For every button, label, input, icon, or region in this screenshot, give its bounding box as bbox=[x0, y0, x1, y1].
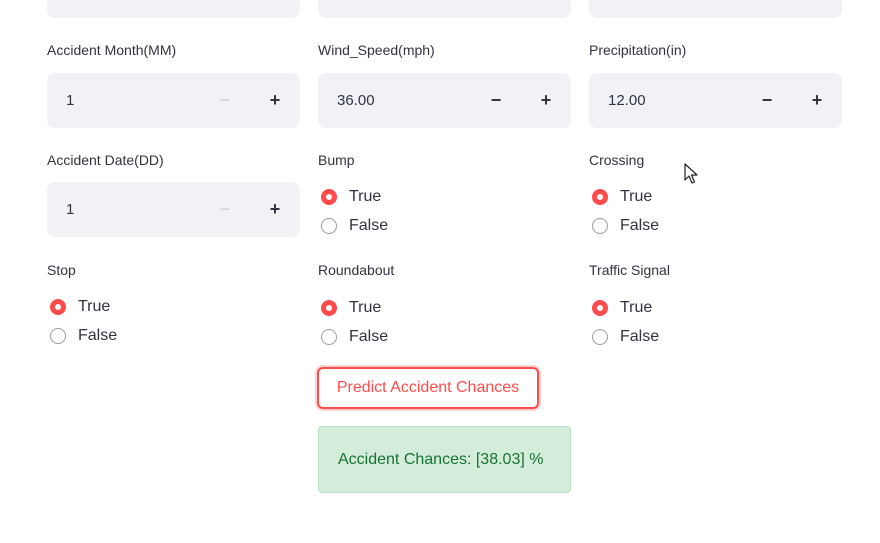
crossing-label: Crossing bbox=[589, 152, 645, 168]
option-label: True bbox=[620, 298, 653, 316]
radio-unselected-icon[interactable] bbox=[321, 328, 337, 345]
roundabout-radio-group: True False bbox=[320, 293, 388, 351]
date-number-input[interactable]: 1 − + bbox=[47, 182, 300, 237]
traffic-signal-radio-group: True False bbox=[591, 293, 659, 351]
precipitation-value[interactable]: 12.00 bbox=[608, 73, 646, 128]
option-label: False bbox=[349, 327, 389, 345]
option-label: True bbox=[349, 187, 382, 205]
option-label: False bbox=[78, 326, 118, 344]
predict-accident-chances-button[interactable]: Predict Accident Chances bbox=[317, 367, 539, 409]
radio-unselected-icon[interactable] bbox=[321, 217, 337, 234]
bump-label: Bump bbox=[318, 152, 355, 168]
input-partial-2[interactable] bbox=[318, 0, 571, 18]
radio-unselected-icon[interactable] bbox=[50, 327, 66, 344]
wind-speed-decrement-button[interactable]: − bbox=[479, 83, 513, 117]
option-label: True bbox=[78, 297, 111, 315]
roundabout-label: Roundabout bbox=[318, 262, 395, 278]
stop-option-true[interactable]: True bbox=[49, 292, 117, 321]
crossing-option-true[interactable]: True bbox=[591, 182, 659, 211]
radio-selected-icon[interactable] bbox=[592, 188, 608, 205]
month-decrement-button[interactable]: − bbox=[208, 83, 242, 117]
roundabout-option-false[interactable]: False bbox=[320, 322, 388, 351]
wind-speed-value[interactable]: 36.00 bbox=[337, 73, 375, 128]
crossing-radio-group: True False bbox=[591, 182, 659, 240]
mouse-cursor-icon bbox=[684, 163, 698, 184]
precipitation-number-input[interactable]: 12.00 − + bbox=[589, 73, 842, 128]
bump-option-false[interactable]: False bbox=[320, 211, 388, 240]
month-number-input[interactable]: 1 − + bbox=[47, 73, 300, 128]
option-label: False bbox=[620, 327, 660, 345]
month-increment-button[interactable]: + bbox=[258, 83, 292, 117]
precipitation-decrement-button[interactable]: − bbox=[750, 83, 784, 117]
date-value[interactable]: 1 bbox=[66, 182, 74, 237]
result-text: Accident Chances: [38.03] % bbox=[338, 451, 544, 468]
option-label: False bbox=[349, 216, 389, 234]
roundabout-option-true[interactable]: True bbox=[320, 293, 388, 322]
stop-radio-group: True False bbox=[49, 292, 117, 350]
date-decrement-button[interactable]: − bbox=[208, 192, 242, 226]
precipitation-increment-button[interactable]: + bbox=[800, 83, 834, 117]
radio-unselected-icon[interactable] bbox=[592, 217, 608, 234]
wind-speed-increment-button[interactable]: + bbox=[529, 83, 563, 117]
option-label: True bbox=[620, 187, 653, 205]
wind-speed-label: Wind_Speed(mph) bbox=[318, 42, 435, 58]
radio-selected-icon[interactable] bbox=[321, 299, 337, 316]
bump-option-true[interactable]: True bbox=[320, 182, 388, 211]
traffic-signal-option-false[interactable]: False bbox=[591, 322, 659, 351]
traffic-signal-label: Traffic Signal bbox=[589, 262, 670, 278]
crossing-option-false[interactable]: False bbox=[591, 211, 659, 240]
date-label: Accident Date(DD) bbox=[47, 152, 164, 168]
radio-selected-icon[interactable] bbox=[50, 298, 66, 315]
traffic-signal-option-true[interactable]: True bbox=[591, 293, 659, 322]
option-label: False bbox=[620, 216, 660, 234]
precipitation-label: Precipitation(in) bbox=[589, 42, 687, 58]
stop-label: Stop bbox=[47, 262, 76, 278]
radio-selected-icon[interactable] bbox=[321, 188, 337, 205]
bump-radio-group: True False bbox=[320, 182, 388, 240]
stop-option-false[interactable]: False bbox=[49, 321, 117, 350]
month-value[interactable]: 1 bbox=[66, 73, 74, 128]
radio-selected-icon[interactable] bbox=[592, 299, 608, 316]
result-alert: Accident Chances: [38.03] % bbox=[318, 426, 571, 493]
radio-unselected-icon[interactable] bbox=[592, 328, 608, 345]
input-partial-1[interactable] bbox=[47, 0, 300, 18]
date-increment-button[interactable]: + bbox=[258, 192, 292, 226]
option-label: True bbox=[349, 298, 382, 316]
wind-speed-number-input[interactable]: 36.00 − + bbox=[318, 73, 571, 128]
input-partial-3[interactable] bbox=[589, 0, 842, 18]
month-label: Accident Month(MM) bbox=[47, 42, 177, 58]
